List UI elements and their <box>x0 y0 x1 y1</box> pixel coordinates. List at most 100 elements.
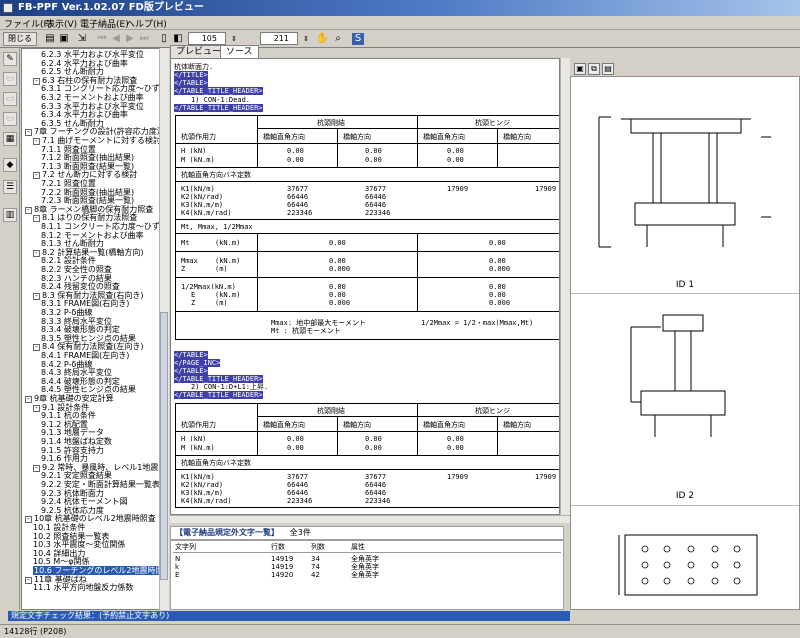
menu-file[interactable]: ファイル(F) <box>4 17 52 30</box>
table-cell: E <box>191 291 196 299</box>
tab-source[interactable]: ソース <box>220 45 259 58</box>
page-spinner-icon[interactable]: ⇕ <box>300 33 312 45</box>
icon-strip: ✎ ▭ ▭ ▭ ▦ ◆ ☰ ▥ <box>0 48 20 610</box>
copy-icon[interactable]: ⧉ <box>588 63 600 75</box>
save-icon[interactable]: ▣ <box>58 33 70 45</box>
list-item[interactable]: 34 <box>311 555 320 563</box>
table-header: 杭頭ヒンジ <box>475 407 510 415</box>
tree-item[interactable]: 11.1 水平方向地盤反力係数 <box>33 583 133 592</box>
book-icon[interactable]: ▥ <box>3 208 17 222</box>
list-item[interactable]: 全角英字 <box>351 571 379 579</box>
table-header: 橋軸方向 <box>503 421 531 429</box>
menu-view[interactable]: 表示(V) <box>46 17 77 30</box>
collapse-icon[interactable]: - <box>33 249 40 257</box>
page-input[interactable]: 211 <box>260 32 298 45</box>
list-item[interactable]: 74 <box>311 563 320 571</box>
collapse-icon[interactable]: - <box>25 516 32 524</box>
list-item[interactable]: 14920 <box>271 571 293 579</box>
prev-page-icon[interactable]: ◀ <box>110 33 122 45</box>
list-item[interactable]: 全角英字 <box>351 563 379 571</box>
collapse-icon[interactable]: - <box>33 404 40 412</box>
layers-icon[interactable]: ◆ <box>3 158 17 172</box>
drawing-id2-thumbnail[interactable] <box>601 307 771 467</box>
collapse-icon[interactable]: - <box>33 344 40 352</box>
tool-icon-2[interactable]: ▭ <box>3 72 17 86</box>
collapse-icon[interactable]: - <box>33 172 40 180</box>
next-page-icon[interactable]: ▶ <box>124 33 136 45</box>
image-icon[interactable]: ▦ <box>3 132 17 146</box>
drawing-id1-thumbnail[interactable] <box>591 97 781 277</box>
table-note: Mt : 杭頭モーメント <box>271 327 341 335</box>
table-cell: Z <box>191 299 196 307</box>
table-cell: 0.000 <box>329 299 351 307</box>
table-header: 杭頭作用力 <box>181 421 216 429</box>
list-item[interactable]: 14919 <box>271 555 293 563</box>
settings-icon[interactable]: S <box>352 33 364 45</box>
collapse-icon[interactable]: - <box>33 77 40 85</box>
table-header: 橋軸直角方向 <box>263 133 305 141</box>
collapse-icon[interactable]: - <box>33 292 40 300</box>
source-view[interactable]: 杭体断面力. </TITLE> </TABLE> </TABLE_TITLE_H… <box>170 58 560 515</box>
tool-icon-4[interactable]: ▭ <box>3 112 17 126</box>
column-header[interactable]: 行数 <box>271 543 285 551</box>
export-icon[interactable]: ⇲ <box>76 33 88 45</box>
tree-view-icon[interactable]: ☰ <box>3 180 17 194</box>
table-cell: 1/2Mmax(kN.m) <box>181 283 236 291</box>
hand-icon[interactable]: ✋ <box>316 33 328 45</box>
magnifier-icon[interactable]: ⌕ <box>332 33 344 45</box>
first-page-icon[interactable]: ⏮ <box>96 33 108 45</box>
collapse-icon[interactable]: - <box>25 206 32 214</box>
print-icon[interactable]: ▤ <box>44 33 56 45</box>
table-header: Mt, Mmax, 1/2Mmax <box>181 223 253 231</box>
last-page-icon[interactable]: ⏭ <box>138 33 150 45</box>
table-cell: (kN.m) <box>215 257 241 265</box>
page-icon[interactable]: ▯ <box>158 33 170 45</box>
pen-icon[interactable]: ✎ <box>3 52 17 66</box>
list-item[interactable]: k <box>175 563 179 571</box>
table-header: 杭頭ヒンジ <box>475 119 510 127</box>
table-note: Mmax: 地中部最大モーメント <box>271 319 367 327</box>
save-icon[interactable]: ▣ <box>574 63 586 75</box>
section-tree[interactable]: 6.2.3 水平力および水平変位 6.2.4 水平力および曲率 6.2.5 せん断耐… <box>21 48 169 610</box>
zoom-spinner-icon[interactable]: ⇕ <box>228 33 240 45</box>
table-header: 橋軸直角方向 <box>423 133 465 141</box>
close-button[interactable]: 閉じる <box>3 32 37 46</box>
collapse-icon[interactable]: - <box>25 129 32 137</box>
tool-icon-3[interactable]: ▭ <box>3 92 17 106</box>
table-cell: 66446 <box>365 481 387 489</box>
collapse-icon[interactable]: - <box>33 138 40 145</box>
tab-preview[interactable]: プレビュー <box>170 45 228 58</box>
table-cell: H (kN) <box>181 147 207 155</box>
list-item[interactable]: 全角英字 <box>351 555 379 563</box>
column-header[interactable]: 列数 <box>311 543 325 551</box>
tree-scroll-thumb[interactable] <box>160 312 168 580</box>
collapse-icon[interactable]: - <box>33 464 40 472</box>
list-item[interactable]: E <box>175 571 179 579</box>
print-icon[interactable]: ▤ <box>602 63 614 75</box>
list-item[interactable]: 42 <box>311 571 320 579</box>
page-split-icon[interactable]: ◧ <box>172 33 184 45</box>
column-header[interactable]: 属性 <box>351 543 365 551</box>
table-header: 杭軸直角方向バネ定数 <box>181 459 251 467</box>
list-item[interactable]: N <box>175 555 180 563</box>
table-cell: 0.000 <box>329 265 351 273</box>
table-header: 橋軸直角方向 <box>263 421 305 429</box>
menu-help[interactable]: ヘルプ(H) <box>126 17 167 30</box>
menu-electronic[interactable]: 電子納品(E) <box>80 17 129 30</box>
column-header[interactable]: 文字列 <box>175 543 196 551</box>
invalid-char-list[interactable]: 文字列 行数 列数 属性 N 14919 34 全角英字 k 14919 74 … <box>170 540 564 610</box>
drawing-id3-thumbnail[interactable] <box>611 529 771 609</box>
zoom-input[interactable]: 105 <box>188 32 226 45</box>
collapse-icon[interactable]: - <box>33 215 40 223</box>
collapse-icon[interactable]: - <box>25 576 32 584</box>
table-cell: H (kN) <box>181 435 207 443</box>
table-cell: K1(kN/m) <box>181 473 215 481</box>
figure-preview-panel[interactable]: ID 1 ID 2 <box>570 76 800 610</box>
table-cell: (kN.m) <box>215 291 241 299</box>
table-cell: K3(kN.m/m) <box>181 201 224 209</box>
source-vscrollbar[interactable] <box>560 58 570 515</box>
source-hscrollbar[interactable] <box>170 515 570 523</box>
collapse-icon[interactable]: - <box>25 396 32 403</box>
table-cell: 0.000 <box>489 265 511 273</box>
list-item[interactable]: 14919 <box>271 563 293 571</box>
